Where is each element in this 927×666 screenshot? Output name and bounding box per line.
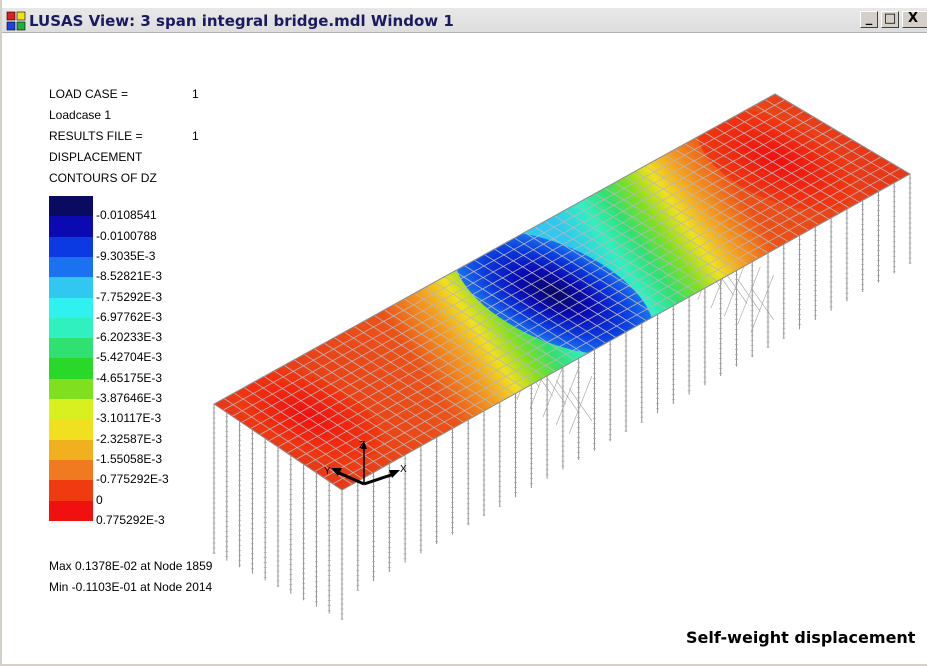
legend-level: -3.87646E-3 — [96, 391, 163, 405]
load-case-label: LOAD CASE = — [49, 87, 129, 101]
legend-swatch — [49, 378, 93, 400]
axis-z-label: Z — [359, 440, 365, 451]
deck-surface — [213, 93, 912, 491]
legend-swatch — [49, 277, 93, 298]
legend-level: -9.3035E-3 — [96, 248, 156, 263]
legend-level: -7.75292E-3 — [96, 289, 163, 304]
load-case-value: 1 — [192, 87, 199, 101]
legend-swatch — [49, 256, 93, 278]
max-value-text: Max 0.1378E-02 at Node 1859 — [49, 559, 213, 573]
legend-swatch — [49, 196, 93, 217]
legend-swatch — [49, 236, 93, 258]
legend-level: -4.65175E-3 — [96, 370, 163, 385]
legend-swatch — [49, 419, 93, 441]
legend-level: -0.775292E-3 — [96, 472, 169, 487]
quantity-label: DISPLACEMENT — [49, 150, 143, 164]
results-file-label: RESULTS FILE = — [49, 129, 143, 143]
legend-level: -1.55058E-3 — [96, 451, 163, 466]
legend-swatch — [49, 338, 93, 359]
legend-level: 0.775292E-3 — [96, 512, 165, 527]
axis-y-label: Y — [324, 466, 331, 477]
legend-swatch — [49, 480, 93, 501]
legend-level: -5.42704E-3 — [96, 350, 163, 365]
legend-swatch — [49, 439, 93, 461]
legend-swatch — [49, 297, 93, 319]
results-file-value: 1 — [192, 129, 199, 143]
legend-swatch — [49, 459, 93, 481]
legend-level: -0.0108541 — [96, 208, 157, 223]
legend-swatch — [49, 317, 93, 339]
legend-level: -3.10117E-3 — [96, 411, 162, 426]
legend-level: -2.32587E-3 — [96, 431, 163, 446]
axis-x-label: X — [400, 464, 407, 475]
legend-level: -0.0100788 — [96, 228, 157, 243]
legend-swatch — [49, 399, 93, 420]
lusas-view-window: LUSAS View: 3 span integral bridge.mdl W… — [0, 0, 927, 666]
legend-level: 0 — [96, 492, 103, 507]
loadcase-name: Loadcase 1 — [49, 108, 112, 122]
legend-swatch — [49, 216, 93, 238]
min-value-text: Min -0.1103E-01 at Node 2014 — [49, 580, 213, 594]
legend-swatch — [49, 500, 93, 522]
legend-swatch — [49, 358, 93, 380]
legend-level: -8.52821E-3 — [96, 269, 163, 284]
legend-level: -6.20233E-3 — [96, 330, 163, 345]
legend-level: -6.97762E-3 — [96, 309, 163, 324]
contours-label: CONTOURS OF DZ — [49, 171, 157, 185]
plot-caption: Self-weight displacement — [686, 628, 916, 647]
